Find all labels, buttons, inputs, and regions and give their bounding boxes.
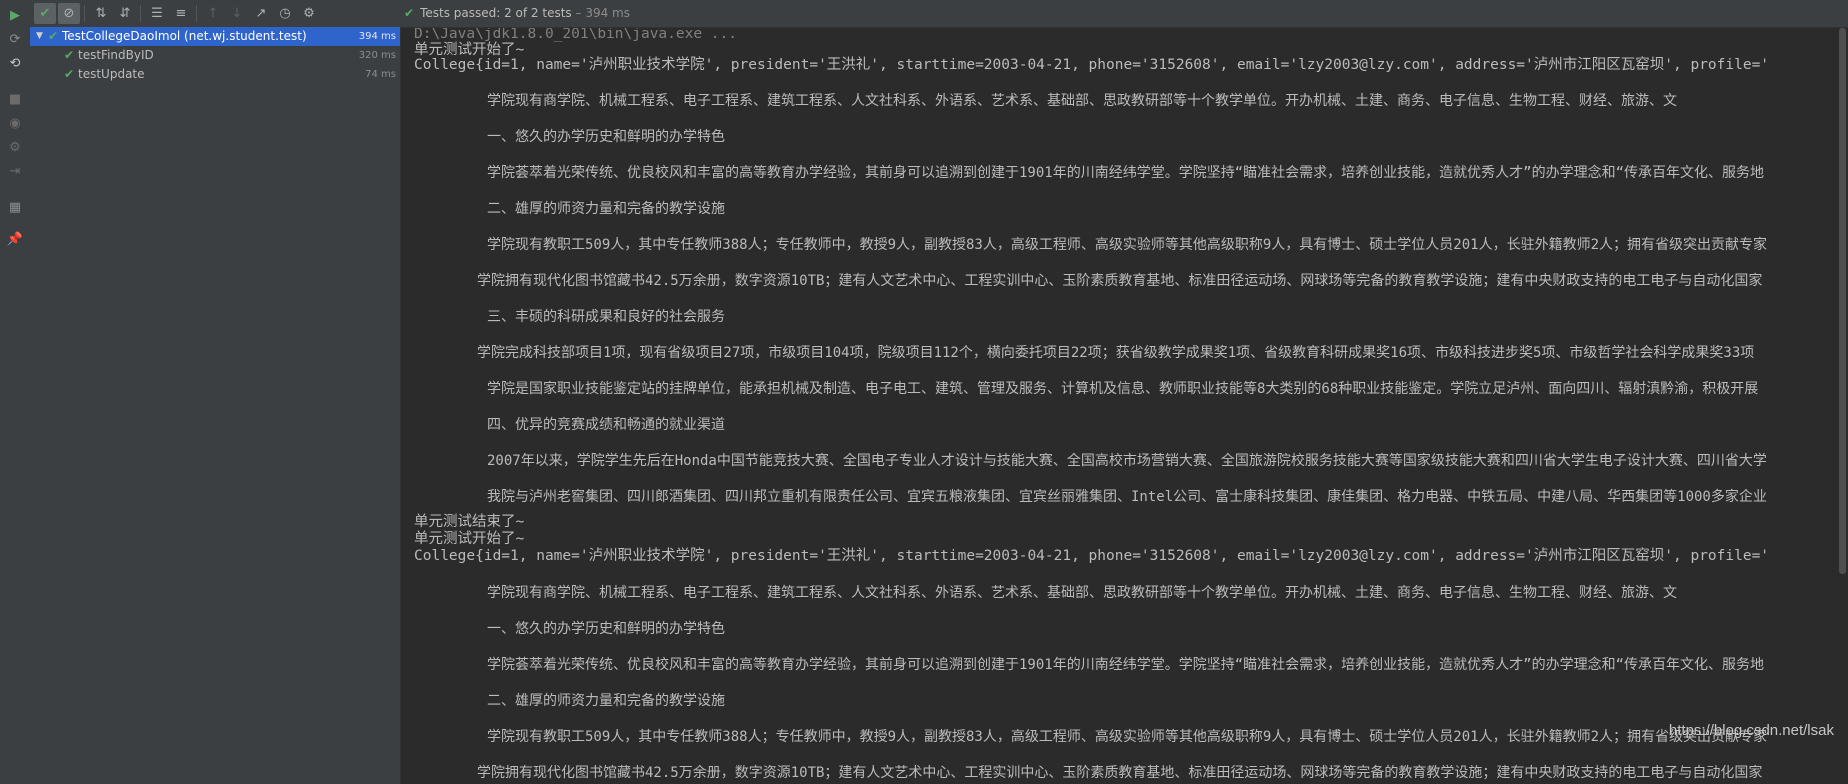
tree-root-time: 394 ms — [358, 31, 396, 42]
layout-icon[interactable]: ▦ — [7, 200, 23, 216]
stop-icon[interactable]: ■ — [7, 92, 23, 108]
rerun-icon[interactable]: ▶ — [7, 8, 23, 24]
test-tree: ▼ ✔ TestCollegeDaoImol (net.wj.student.t… — [30, 27, 401, 784]
watermark: https://blog.csdn.net/lsak — [1668, 722, 1834, 739]
export-results-icon[interactable]: ↗ — [250, 3, 272, 24]
expand-arrow-icon[interactable]: ▼ — [36, 27, 43, 46]
console-line: 二、雄厚的师资力量和完备的教学设施 — [487, 201, 725, 217]
tree-item-test[interactable]: ✔ testUpdate 74 ms — [30, 65, 400, 84]
tree-root-name: TestCollegeDaoImol (net.wj.student.test) — [62, 29, 307, 43]
next-failed-icon[interactable]: ↓ — [226, 3, 248, 24]
camera-icon[interactable]: ◉ — [7, 116, 23, 132]
console-output[interactable]: D:\Java\jdk1.8.0_201\bin\java.exe ... 单元… — [401, 28, 1848, 784]
console-line: 学院现有商学院、机械工程系、电子工程系、建筑工程系、人文社科系、外语系、艺术系、… — [487, 585, 1677, 601]
show-ignored-icon[interactable]: ⊘ — [58, 3, 80, 24]
sort-alphabetically-icon[interactable]: ⇅ — [90, 3, 112, 24]
test-time: 320 ms — [358, 50, 396, 61]
console-line: 学院拥有现代化图书馆藏书42.5万余册，数字资源10TB；建有人文艺术中心、工程… — [477, 765, 1763, 781]
passed-check-icon: ✔ — [404, 6, 415, 20]
console-line: 2007年以来，学院学生先后在Honda中国节能竞技大赛、全国电子专业人才设计与… — [487, 453, 1767, 469]
console-line: 三、丰硕的科研成果和良好的社会服务 — [487, 309, 725, 325]
console-line: 学院是国家职业技能鉴定站的挂牌单位，能承担机械及制造、电子电工、建筑、管理及服务… — [487, 381, 1759, 397]
collapse-all-icon[interactable]: ≡ — [170, 3, 192, 24]
console-line: 单元测试开始了~ — [414, 531, 525, 547]
history-icon[interactable]: ◷ — [274, 3, 296, 24]
pin-icon[interactable]: 📌 — [7, 232, 23, 248]
show-passed-icon[interactable]: ✔ — [34, 3, 56, 24]
console-line: 一、悠久的办学历史和鲜明的办学特色 — [487, 129, 725, 145]
sort-by-duration-icon[interactable]: ⇵ — [114, 3, 136, 24]
passed-check-icon: ✔ — [48, 29, 59, 43]
console-line: 学院拥有现代化图书馆藏书42.5万余册，数字资源10TB；建有人文艺术中心、工程… — [477, 273, 1763, 289]
tree-item-test[interactable]: ✔ testFindByID 320 ms — [30, 46, 400, 65]
console-line: 学院现有教职工509人，其中专任教师388人；专任教师中，教授9人，副教授83人… — [487, 729, 1767, 745]
console-line: 学院完成科技部项目1项，现有省级项目27项，市级项目104项，院级项目112个，… — [477, 345, 1755, 361]
left-tool-strip: ▶ ⟳ ⟲ ■ ◉ ⚙ ⇥ ▦ 📌 — [0, 0, 31, 784]
console-line: 学院现有教职工509人，其中专任教师388人；专任教师中，教授9人，副教授83人… — [487, 237, 1767, 253]
console-scrollbar[interactable] — [1836, 28, 1848, 784]
exit-icon[interactable]: ⇥ — [7, 164, 23, 180]
console-line: 学院现有商学院、机械工程系、电子工程系、建筑工程系、人文社科系、外语系、艺术系、… — [487, 93, 1677, 109]
passed-check-icon: ✔ — [64, 67, 75, 81]
expand-all-icon[interactable]: ☰ — [146, 3, 168, 24]
test-name: testUpdate — [78, 67, 145, 81]
settings-icon[interactable]: ⚙ — [7, 140, 23, 156]
console-line: 学院荟萃着光荣传统、优良校风和丰富的高等教育办学经验，其前身可以追溯到创建于19… — [487, 165, 1764, 181]
test-runner-toolbar: ✔ ⊘ ⇅ ⇵ ☰ ≡ ↑ ↓ ↗ ◷ ⚙ — [30, 0, 1848, 28]
tree-root-item[interactable]: ▼ ✔ TestCollegeDaoImol (net.wj.student.t… — [30, 27, 400, 46]
console-line: College{id=1, name='泸州职业技术学院', president… — [414, 548, 1770, 564]
passed-check-icon: ✔ — [64, 48, 75, 62]
toggle-auto-test-icon[interactable]: ⟲ — [7, 56, 23, 72]
settings-gear-icon[interactable]: ⚙ — [298, 3, 320, 24]
status-text: Tests passed: 2 of 2 tests — [420, 6, 572, 20]
console-line: 我院与泸州老窖集团、四川郎酒集团、四川邦立重机有限责任公司、宜宾五粮液集团、宜宾… — [487, 489, 1767, 505]
console-line: 四、优异的竞赛成绩和畅通的就业渠道 — [487, 417, 725, 433]
test-name: testFindByID — [78, 48, 154, 62]
rerun-failed-icon[interactable]: ⟳ — [7, 32, 23, 48]
test-status: ✔ Tests passed: 2 of 2 tests – 394 ms — [404, 0, 630, 27]
console-line: 一、悠久的办学历史和鲜明的办学特色 — [487, 621, 725, 637]
console-line: College{id=1, name='泸州职业技术学院', president… — [414, 57, 1770, 73]
status-duration: – 394 ms — [575, 6, 630, 20]
test-time: 74 ms — [365, 69, 396, 80]
console-line: 单元测试结束了~ — [414, 514, 525, 530]
previous-failed-icon[interactable]: ↑ — [202, 3, 224, 24]
console-line: 二、雄厚的师资力量和完备的教学设施 — [487, 693, 725, 709]
scrollbar-thumb[interactable] — [1839, 28, 1846, 574]
console-line: 学院荟萃着光荣传统、优良校风和丰富的高等教育办学经验，其前身可以追溯到创建于19… — [487, 657, 1764, 673]
